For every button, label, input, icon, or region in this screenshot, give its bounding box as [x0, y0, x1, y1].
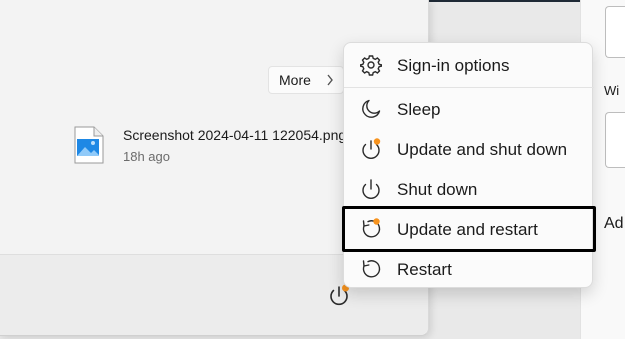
- recent-file-item[interactable]: Screenshot 2024-04-11 122054.png 18h ago: [74, 124, 364, 166]
- more-button[interactable]: More: [268, 66, 344, 94]
- power-icon: [362, 179, 380, 199]
- menu-item-shut-down[interactable]: Shut down: [344, 171, 594, 207]
- menu-item-label: Update and shut down: [397, 140, 568, 159]
- menu-item-restart[interactable]: Restart: [344, 251, 594, 287]
- menu-item-label: Restart: [397, 260, 452, 279]
- power-options-menu: Sign-in options Sleep Update and shut do…: [342, 42, 596, 288]
- menu-item-sign-in-options[interactable]: Sign-in options: [344, 47, 594, 83]
- restart-icon: [362, 260, 381, 278]
- menu-item-label: Shut down: [397, 180, 478, 199]
- menu-item-label: Sign-in options: [397, 56, 510, 75]
- menu-divider: [344, 87, 594, 88]
- recent-file-name: Screenshot 2024-04-11 122054.png: [123, 127, 347, 143]
- image-file-icon: [74, 126, 104, 164]
- menu-item-sleep[interactable]: Sleep: [344, 91, 594, 127]
- chevron-right-icon: [327, 74, 333, 86]
- restart-update-icon: [362, 218, 381, 238]
- recent-file-time: 18h ago: [123, 149, 170, 164]
- menu-item-label: Update and restart: [397, 220, 538, 239]
- gear-icon: [360, 55, 382, 76]
- settings-label: Wi: [604, 83, 620, 98]
- moon-icon: [362, 99, 381, 118]
- menu-item-update-and-shut-down[interactable]: Update and shut down: [344, 131, 594, 167]
- menu-item-update-and-restart[interactable]: Update and restart: [342, 206, 596, 252]
- power-update-icon: [362, 138, 381, 159]
- more-button-label: More: [279, 72, 311, 88]
- settings-section-label: Ad: [604, 215, 624, 232]
- menu-item-label: Sleep: [397, 100, 441, 119]
- settings-input-field[interactable]: [605, 112, 625, 168]
- settings-input-field[interactable]: [605, 6, 625, 58]
